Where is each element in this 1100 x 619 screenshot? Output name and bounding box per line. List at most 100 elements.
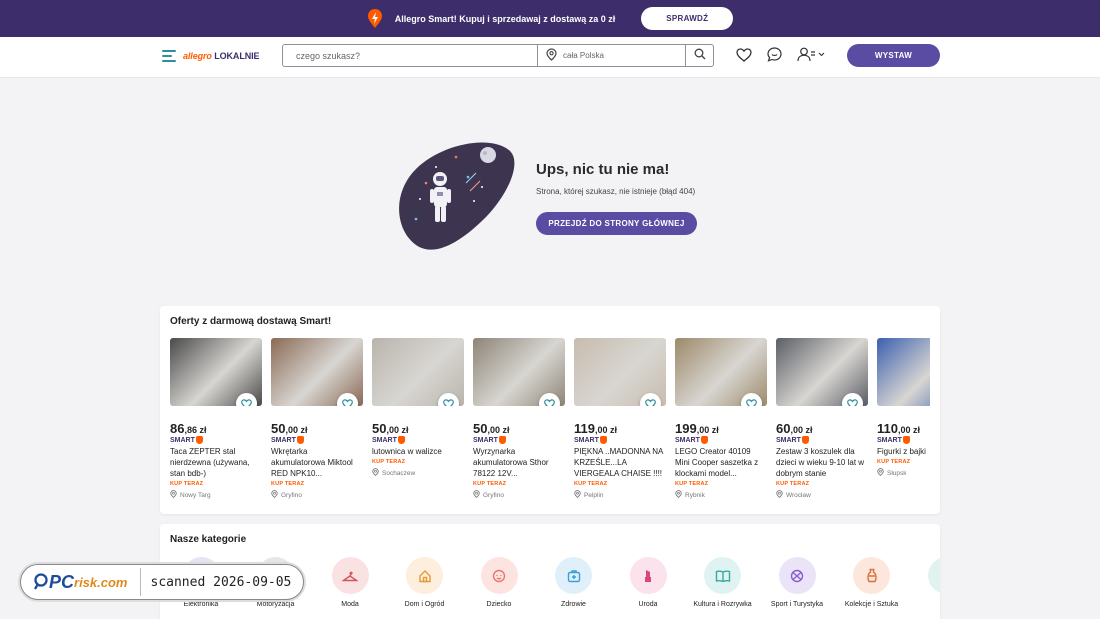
offer-title[interactable]: Taca ZEPTER stal nierdzewna (używana, st… xyxy=(170,446,262,479)
offers-heading: Oferty z darmową dostawą Smart! xyxy=(170,316,332,327)
offer-title[interactable]: lutownica w walizce xyxy=(372,446,464,457)
offer-card[interactable]: 199,00 zł SMART LEGO Creator 40109 Mini Co… xyxy=(675,338,767,500)
search-button[interactable] xyxy=(686,45,713,66)
category-item[interactable]: Dom i Ogród xyxy=(385,557,465,609)
smart-badge-icon xyxy=(700,436,708,444)
offer-card[interactable]: 86,86 zł SMART Taca ZEPTER stal nierdzewna… xyxy=(170,338,262,500)
baby-icon[interactable] xyxy=(480,557,518,594)
offer-image[interactable] xyxy=(574,338,666,406)
smart-badge: SMART xyxy=(170,436,262,444)
category-item[interactable]: Uroda xyxy=(608,557,688,609)
buy-now-label: KUP TERAZ xyxy=(473,481,507,487)
first-aid-icon[interactable] xyxy=(555,557,592,594)
offer-card[interactable]: 110,00 zł SMART Figurki z bajki KUP TERAZ Sł… xyxy=(877,338,930,478)
offer-image[interactable] xyxy=(776,338,868,406)
lipstick-icon[interactable] xyxy=(629,557,667,594)
category-label: Zdrowie xyxy=(561,601,586,608)
go-home-button[interactable]: PRZEJDŹ DO STRONY GŁÓWNEJ xyxy=(536,212,697,235)
category-item[interactable]: Zdrowie xyxy=(534,557,614,609)
favorite-heart-icon[interactable] xyxy=(741,393,762,406)
offer-title[interactable]: LEGO Creator 40109 Mini Cooper saszetka … xyxy=(675,446,767,479)
location-input[interactable]: cała Polska xyxy=(538,45,686,66)
site-header: allegro LOKALNIE czego szukasz? cała Pol… xyxy=(0,37,1100,78)
smart-badge-icon xyxy=(397,436,405,444)
location-pin-icon xyxy=(473,490,480,500)
more-icon[interactable] xyxy=(927,557,940,594)
category-label: Sport i Turystyka xyxy=(770,601,824,608)
sell-button[interactable]: WYSTAW xyxy=(847,44,940,67)
location-placeholder: cała Polska xyxy=(563,51,604,60)
buy-now-label: KUP TERAZ xyxy=(776,481,810,487)
scanned-stamp: scanned 2026-09-05 xyxy=(150,574,292,590)
smart-badge-icon xyxy=(367,9,383,29)
account-menu-icon[interactable] xyxy=(797,47,825,62)
buy-now-label: KUP TERAZ xyxy=(675,481,709,487)
favorite-heart-icon[interactable] xyxy=(640,393,661,406)
favorite-heart-icon[interactable] xyxy=(438,393,459,406)
logo-lokalnie: LOKALNIE xyxy=(214,51,260,61)
messages-chat-icon[interactable] xyxy=(767,47,782,62)
category-item[interactable]: Kultura i Rozrywka xyxy=(683,557,763,609)
offer-price: 50,00 zł xyxy=(473,421,510,436)
hanger-icon[interactable] xyxy=(331,557,369,594)
offer-location: Gryfino xyxy=(271,490,363,500)
smart-badge: SMART xyxy=(574,436,666,444)
favorite-heart-icon[interactable] xyxy=(337,393,358,406)
pcrisk-logo: PC risk.com xyxy=(33,572,128,593)
category-item[interactable]: Sport i Turystyka xyxy=(757,557,837,609)
offer-card[interactable]: 50,00 zł SMART Wyrzynarka akumulatorowa St… xyxy=(473,338,565,500)
offer-image[interactable] xyxy=(170,338,262,406)
error-subtitle: Strona, której szukasz, nie istnieje (bł… xyxy=(536,187,696,196)
offer-location: Nowy Targ xyxy=(170,490,262,500)
offer-card[interactable]: 50,00 zł SMART Wkrętarka akumulatorowa Mik… xyxy=(271,338,363,500)
buy-now-label: KUP TERAZ xyxy=(877,459,911,465)
location-pin-icon xyxy=(546,48,557,63)
offer-image[interactable] xyxy=(271,338,363,406)
offer-title[interactable]: Wkrętarka akumulatorowa Miktool RED NPK1… xyxy=(271,446,363,479)
offer-card[interactable]: 119,00 zł SMART PIĘKNA ..MADONNA NA KRZEŚL… xyxy=(574,338,666,500)
house-icon[interactable] xyxy=(406,557,443,594)
offer-image[interactable] xyxy=(675,338,767,406)
smart-badge: SMART xyxy=(675,436,767,444)
ball-icon[interactable] xyxy=(778,557,816,594)
location-pin-icon xyxy=(271,490,278,500)
offer-image[interactable] xyxy=(877,338,930,406)
promo-check-button[interactable]: SPRAWDŹ xyxy=(641,7,734,30)
category-item[interactable]: Kolekcje i Sztuka xyxy=(832,557,912,609)
offer-price: 199,00 zł xyxy=(675,421,719,436)
favorites-heart-icon[interactable] xyxy=(736,47,752,62)
search-input[interactable]: czego szukasz? xyxy=(283,45,538,66)
smart-badge-icon xyxy=(498,436,506,444)
location-pin-icon xyxy=(170,490,177,500)
site-logo[interactable]: allegro LOKALNIE xyxy=(183,51,260,61)
menu-icon[interactable] xyxy=(162,50,176,64)
smart-badge-icon xyxy=(599,436,607,444)
smart-offers-section: Oferty z darmową dostawą Smart! 86,86 zł… xyxy=(160,306,940,514)
offer-image[interactable] xyxy=(473,338,565,406)
favorite-heart-icon[interactable] xyxy=(539,393,560,406)
buy-now-label: KUP TERAZ xyxy=(372,459,406,465)
offer-card[interactable]: 60,00 zł SMART Zestaw 3 koszulek dla dziec… xyxy=(776,338,868,500)
category-item[interactable]: Moda xyxy=(310,557,390,609)
book-icon[interactable] xyxy=(704,557,741,594)
favorite-heart-icon[interactable] xyxy=(842,393,863,406)
vase-icon[interactable] xyxy=(853,557,890,594)
offer-title[interactable]: Wyrzynarka akumulatorowa Sthor 78122 12V… xyxy=(473,446,565,479)
offer-title[interactable]: Zestaw 3 koszulek dla dzieci w wieku 9-1… xyxy=(776,446,868,479)
offer-title[interactable]: PIĘKNA ..MADONNA NA KRZEŚLE...LA VIERGEA… xyxy=(574,446,666,479)
logo-allegro: allegro xyxy=(183,51,212,61)
offer-card[interactable]: 50,00 zł SMART lutownica w walizce KUP TERA… xyxy=(372,338,464,478)
offer-title[interactable]: Figurki z bajki xyxy=(877,446,930,457)
offer-price: 86,86 zł xyxy=(170,421,207,436)
astronaut-illustration xyxy=(396,139,518,255)
category-item[interactable]: Dziecko xyxy=(459,557,539,609)
location-pin-icon xyxy=(574,490,581,500)
category-item[interactable]: Nie xyxy=(906,557,940,609)
search-bar: czego szukasz? cała Polska xyxy=(282,44,714,67)
category-label: Dom i Ogród xyxy=(404,601,445,608)
category-label: Motoryzacja xyxy=(256,601,295,608)
offer-price: 50,00 zł xyxy=(372,421,409,436)
offer-image[interactable] xyxy=(372,338,464,406)
pcrisk-brand-b: risk.com xyxy=(74,574,128,590)
favorite-heart-icon[interactable] xyxy=(236,393,257,406)
